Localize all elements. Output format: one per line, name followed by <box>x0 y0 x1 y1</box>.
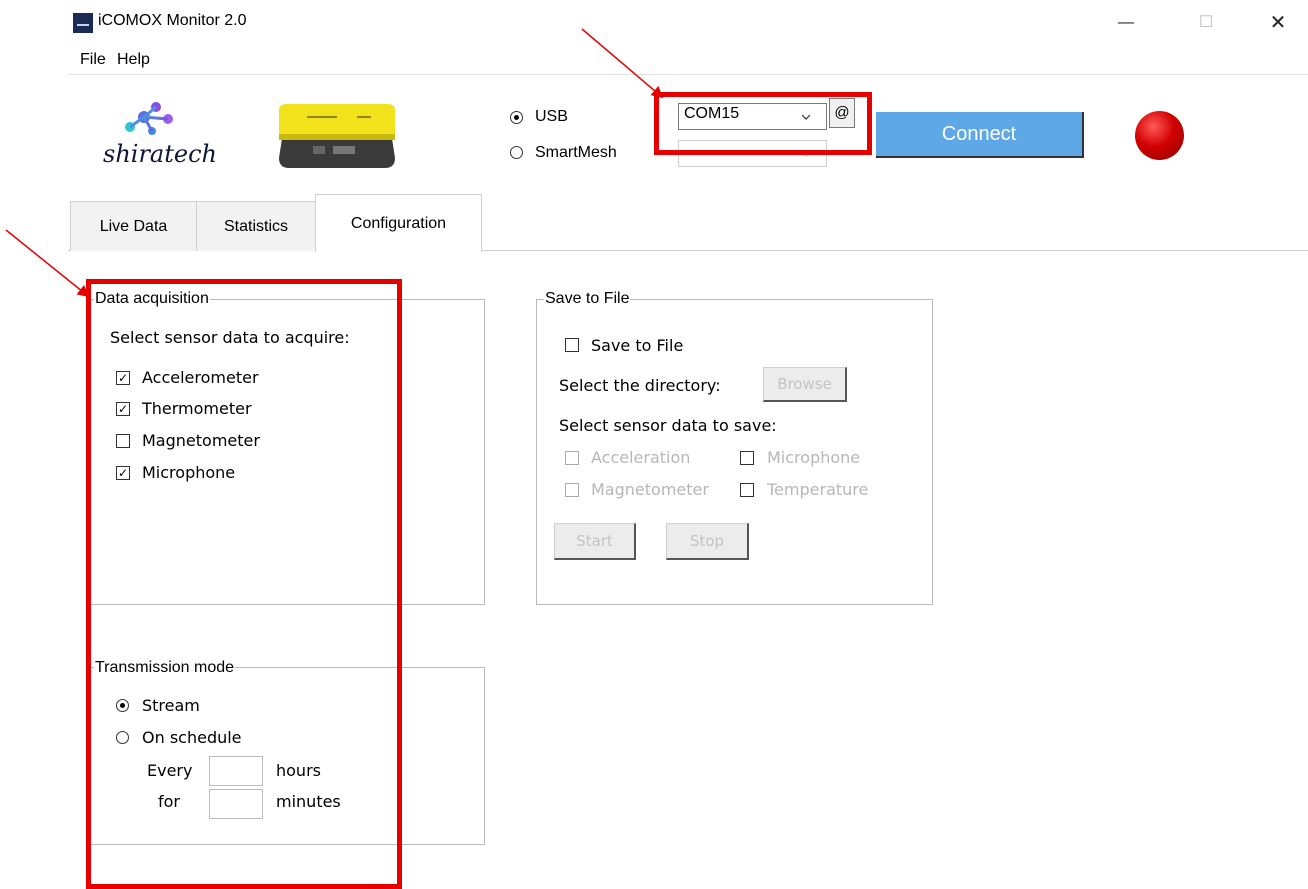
arrow-to-com-port <box>581 28 664 99</box>
annotation-arrows <box>5 28 664 298</box>
arrow-to-data-acquisition <box>5 229 90 298</box>
